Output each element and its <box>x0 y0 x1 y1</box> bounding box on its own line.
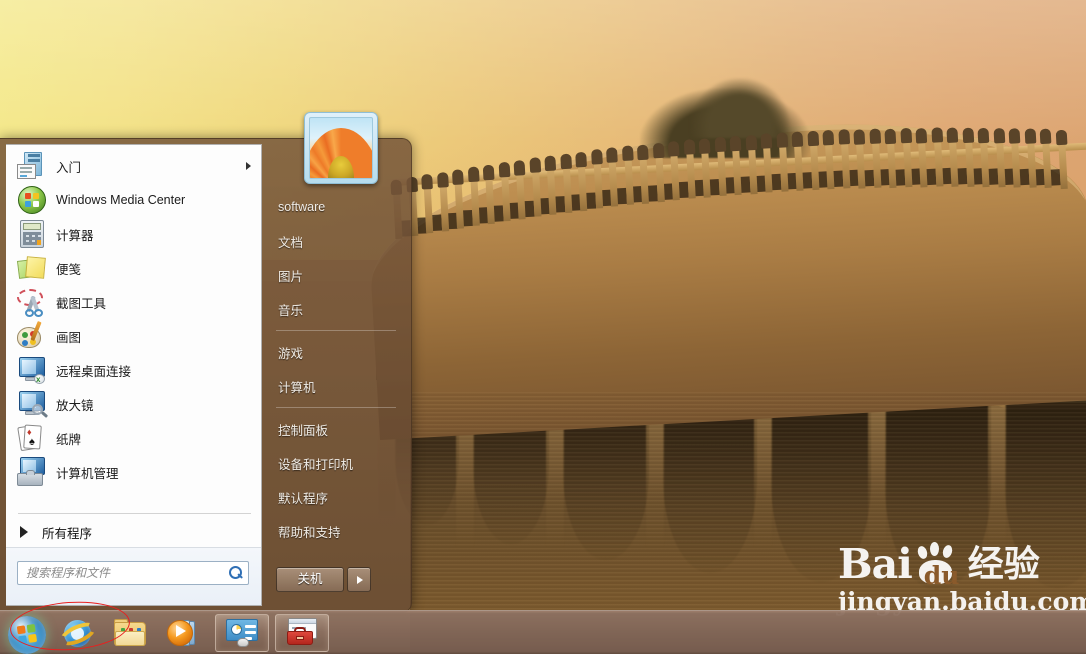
start-menu-item-10[interactable]: 计算机管理 <box>6 455 261 489</box>
start-menu-place-1[interactable]: software <box>266 190 406 224</box>
watermark-brand: Bai <box>838 539 913 588</box>
start-menu-item-label: 放大镜 <box>56 398 94 413</box>
paint-icon <box>16 320 48 352</box>
start-menu-item-6[interactable]: 画图 <box>6 319 261 353</box>
start-menu-item-4[interactable]: 便笺 <box>6 251 261 285</box>
start-menu-place-9[interactable]: 默认程序 <box>266 480 406 514</box>
start-menu-search-zone <box>6 547 261 605</box>
windows-explorer-folder-icon <box>113 618 147 647</box>
start-menu-item-label: 计算器 <box>56 228 94 243</box>
calculator-icon <box>16 218 48 250</box>
computer-management-icon <box>16 456 48 488</box>
start-menu-item-label: 画图 <box>56 330 82 345</box>
start-menu-item-7[interactable]: x 远程桌面连接 <box>6 353 261 387</box>
start-menu-place-6[interactable]: 计算机 <box>266 369 406 403</box>
start-menu-item-2[interactable]: Windows Media Center <box>6 183 261 217</box>
remote-desktop-icon: x <box>16 354 48 386</box>
start-menu-item-label: 入门 <box>56 160 82 175</box>
places-divider <box>276 407 396 408</box>
taskbar-item-internet-explorer[interactable] <box>53 614 103 652</box>
shutdown-button[interactable]: 关机 <box>276 567 344 592</box>
baidu-paw-icon: du <box>915 542 960 590</box>
start-menu-place-4[interactable]: 音乐 <box>266 292 406 326</box>
control-panel-window-icon <box>225 618 259 648</box>
search-input[interactable] <box>26 566 228 580</box>
shutdown-options-button[interactable] <box>347 567 371 592</box>
getting-started-icon <box>16 150 48 182</box>
start-menu-item-8[interactable]: 放大镜 <box>6 387 261 421</box>
start-orb[interactable] <box>3 613 51 654</box>
start-menu-place-10[interactable]: 帮助和支持 <box>266 514 406 548</box>
toolbox-window-icon <box>285 617 319 648</box>
program-list-divider <box>18 513 251 514</box>
all-programs-button[interactable]: 所有程序 <box>6 517 261 547</box>
taskbar[interactable] <box>0 610 1086 654</box>
start-menu-item-label: 截图工具 <box>56 296 107 311</box>
solitaire-icon: ♦ ♠ <box>16 422 48 454</box>
shutdown-controls[interactable]: 关机 <box>276 567 371 592</box>
taskbar-window-control-panel[interactable] <box>215 613 269 652</box>
watermark-brand-suffix: du <box>923 561 960 590</box>
chevron-right-icon <box>246 162 251 170</box>
windows-media-center-icon <box>16 184 48 216</box>
start-menu-item-label: 远程桌面连接 <box>56 364 132 379</box>
start-menu[interactable]: 入门 Windows Media Center 计算器便笺截图工具画图 x 远程桌面连接… <box>0 112 412 613</box>
snipping-tool-icon <box>16 286 48 318</box>
avatar[interactable] <box>304 112 378 184</box>
start-menu-place-2[interactable]: 文档 <box>266 224 406 258</box>
avatar-image <box>309 117 373 179</box>
start-menu-place-3[interactable]: 图片 <box>266 258 406 292</box>
start-menu-item-label: 纸牌 <box>56 432 82 447</box>
chevron-right-icon <box>20 526 28 538</box>
baidu-jingyan-watermark: Bai du 经验 jingyan.baidu.com <box>838 539 1086 616</box>
start-menu-item-5[interactable]: 截图工具 <box>6 285 261 319</box>
start-menu-item-3[interactable]: 计算器 <box>6 217 261 251</box>
start-menu-place-7[interactable]: 控制面板 <box>266 412 406 446</box>
start-menu-place-8[interactable]: 设备和打印机 <box>266 446 406 480</box>
taskbar-item-windows-explorer[interactable] <box>105 614 155 652</box>
start-menu-item-1[interactable]: 入门 <box>6 149 261 183</box>
start-menu-program-list[interactable]: 入门 Windows Media Center 计算器便笺截图工具画图 x 远程桌面连接… <box>6 149 261 547</box>
start-menu-place-5[interactable]: 游戏 <box>266 335 406 369</box>
taskbar-item-windows-media-player[interactable] <box>157 614 207 652</box>
windows-media-player-icon <box>166 618 198 648</box>
search-icon[interactable] <box>228 565 244 581</box>
start-menu-places-list[interactable]: software 文档 图片 音乐游戏 计算机控制面板 设备和打印机 默认程序 帮助和支持 <box>266 190 406 548</box>
start-menu-right-pane: software 文档 图片 音乐游戏 计算机控制面板 设备和打印机 默认程序 帮助和支持 关… <box>266 112 406 606</box>
start-menu-item-9[interactable]: ♦ ♠ 纸牌 <box>6 421 261 455</box>
search-box[interactable] <box>17 561 249 585</box>
start-menu-item-label: 计算机管理 <box>56 466 119 481</box>
sticky-notes-icon <box>16 252 48 284</box>
watermark-brand-cn: 经验 <box>967 543 1040 584</box>
start-menu-item-label: 便笺 <box>56 262 82 277</box>
start-menu-left-pane: 入门 Windows Media Center 计算器便笺截图工具画图 x 远程桌面连接… <box>6 144 262 606</box>
places-divider <box>276 330 396 331</box>
all-programs-label: 所有程序 <box>42 526 93 541</box>
windows-logo-icon <box>8 615 46 654</box>
magnifier-icon <box>16 388 49 420</box>
taskbar-window-toolbox[interactable] <box>275 613 329 652</box>
start-menu-item-label: Windows Media Center <box>56 193 186 207</box>
internet-explorer-icon <box>56 617 100 650</box>
